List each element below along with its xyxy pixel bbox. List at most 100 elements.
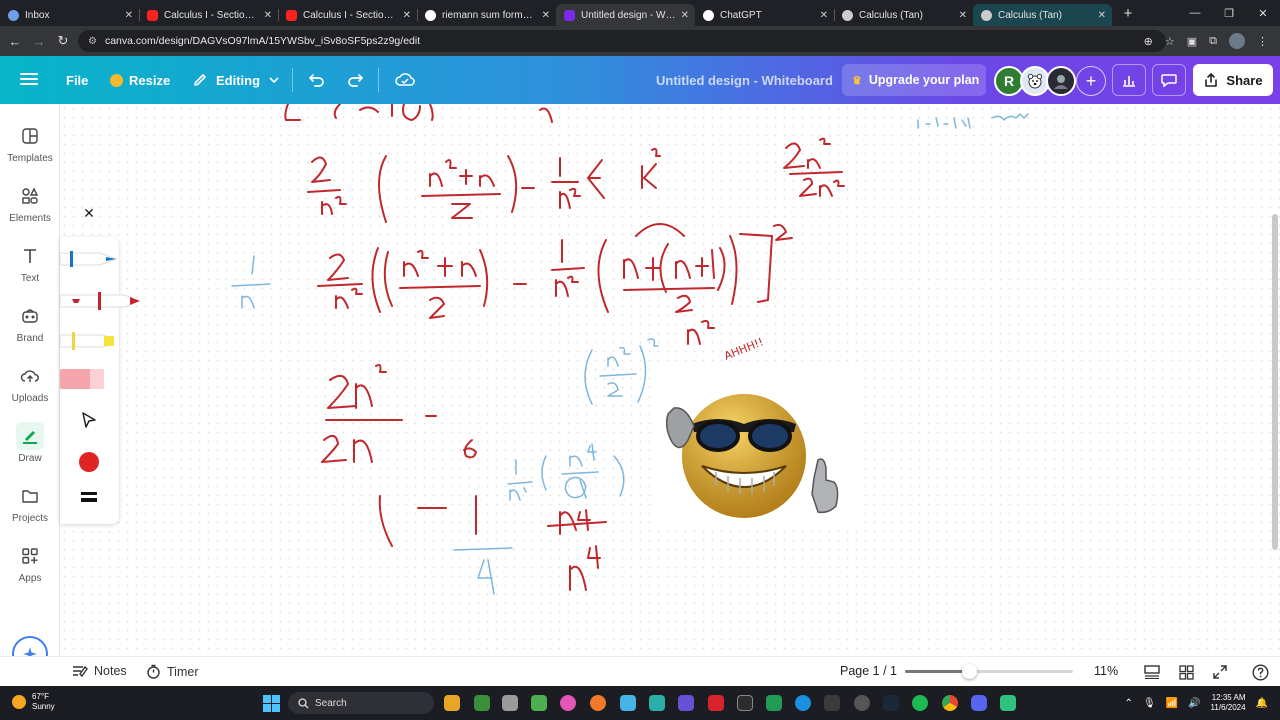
- sidebar-item-projects[interactable]: Projects: [0, 482, 60, 524]
- taskbar-app-icon[interactable]: [1000, 695, 1016, 711]
- timer-button[interactable]: Timer: [146, 664, 198, 679]
- site-settings-icon[interactable]: ⚙: [88, 36, 97, 47]
- back-icon[interactable]: ←: [3, 34, 27, 49]
- insights-button[interactable]: [1112, 64, 1146, 96]
- address-bar[interactable]: ⚙ canva.com/design/DAGVsO97lmA/15YWSbv_i…: [78, 30, 1166, 52]
- excel-icon[interactable]: [766, 695, 782, 711]
- taskbar-app-icon[interactable]: [502, 695, 518, 711]
- taskbar-app-icon[interactable]: [444, 695, 460, 711]
- browser-tab[interactable]: Inbox ✕: [0, 4, 139, 26]
- close-window-icon[interactable]: ✕: [1246, 7, 1280, 20]
- close-icon[interactable]: ✕: [264, 10, 272, 21]
- taskbar-app-icon[interactable]: [737, 695, 753, 711]
- weather-widget[interactable]: 67°F Sunny: [12, 692, 55, 712]
- cloud-save-icon[interactable]: [394, 70, 416, 90]
- puzzle-icon[interactable]: ⧉: [1209, 35, 1217, 48]
- close-icon[interactable]: ✕: [820, 10, 828, 21]
- taskbar-app-icon[interactable]: [590, 695, 606, 711]
- close-icon[interactable]: ✕: [125, 10, 133, 21]
- browser-tab[interactable]: Calculus (Tan) ✕: [973, 4, 1112, 26]
- marker-red-icon[interactable]: [60, 289, 142, 313]
- close-icon[interactable]: ✕: [959, 10, 967, 21]
- taskbar-app-icon[interactable]: [678, 695, 694, 711]
- select-arrow-icon[interactable]: [80, 411, 98, 429]
- discord-icon[interactable]: [971, 695, 987, 711]
- taskbar-app-icon[interactable]: [560, 695, 576, 711]
- whiteboard-canvas[interactable]: AHHH!!: [60, 104, 1280, 656]
- page-view-icon[interactable]: [1143, 663, 1161, 681]
- browser-tab[interactable]: ChatGPT ✕: [695, 4, 834, 26]
- close-icon[interactable]: ✕: [1098, 10, 1106, 21]
- taskbar-app-icon[interactable]: [854, 695, 870, 711]
- menu-icon[interactable]: [20, 70, 38, 90]
- sidebar-item-elements[interactable]: Elements: [0, 182, 60, 224]
- zoom-slider[interactable]: [905, 664, 1073, 679]
- notification-bell-icon[interactable]: 🔔: [1256, 698, 1268, 709]
- profile-icon[interactable]: [1229, 33, 1245, 49]
- windows-start-icon[interactable]: [263, 695, 280, 712]
- pen-blue-icon[interactable]: [60, 247, 119, 271]
- taskbar-app-icon[interactable]: [620, 695, 636, 711]
- avatar[interactable]: [1046, 66, 1076, 96]
- new-tab-button[interactable]: +: [1118, 5, 1138, 22]
- chrome-icon[interactable]: [942, 695, 958, 711]
- browser-tab-active[interactable]: Untitled design - Whiteboard ✕: [556, 4, 695, 26]
- taskbar-search[interactable]: Search: [288, 692, 434, 714]
- minecraft-icon[interactable]: [531, 695, 547, 711]
- volume-icon[interactable]: 🔊: [1188, 698, 1200, 709]
- close-draw-panel-icon[interactable]: ✕: [76, 200, 102, 226]
- share-button[interactable]: Share: [1193, 64, 1273, 96]
- bookmark-star-icon[interactable]: ☆: [1165, 35, 1175, 48]
- browser-tab[interactable]: Calculus I - Section 4.3: Ar ✕: [278, 4, 417, 26]
- wifi-icon[interactable]: 📶: [1166, 698, 1178, 709]
- upgrade-plan-button[interactable]: ♛ Upgrade your plan: [842, 64, 986, 96]
- grid-view-icon[interactable]: [1177, 663, 1195, 681]
- redo-icon[interactable]: [345, 70, 365, 90]
- fullscreen-icon[interactable]: [1211, 663, 1229, 681]
- sidebar-item-draw[interactable]: Draw: [0, 422, 60, 464]
- taskbar-app-icon[interactable]: [474, 695, 490, 711]
- sidebar-item-text[interactable]: Text: [0, 242, 60, 284]
- canvas-vertical-scrollbar[interactable]: [1272, 214, 1278, 550]
- minimize-icon[interactable]: —: [1178, 7, 1212, 19]
- restore-icon[interactable]: ❐: [1212, 7, 1246, 20]
- color-swatch-red[interactable]: [79, 452, 99, 472]
- highlighter-yellow-icon[interactable]: [60, 329, 119, 353]
- taskbar-app-icon[interactable]: [824, 695, 840, 711]
- stroke-weight-icon[interactable]: [81, 491, 97, 505]
- taskbar-app-icon[interactable]: [708, 695, 724, 711]
- editing-mode-button[interactable]: Editing: [184, 64, 288, 96]
- browser-tab[interactable]: Calculus I - Section 4.3: Ar ✕: [139, 4, 278, 26]
- close-icon[interactable]: ✕: [403, 10, 411, 21]
- undo-icon[interactable]: [307, 70, 327, 90]
- invite-collaborator-button[interactable]: +: [1076, 66, 1106, 96]
- spotify-icon[interactable]: [912, 695, 928, 711]
- close-icon[interactable]: ✕: [542, 10, 550, 21]
- notes-button[interactable]: Notes: [72, 664, 127, 678]
- comments-button[interactable]: [1152, 64, 1186, 96]
- forward-icon[interactable]: →: [27, 34, 51, 49]
- edge-icon[interactable]: [795, 695, 811, 711]
- system-clock[interactable]: 12:35 AM 11/6/2024: [1211, 693, 1246, 713]
- taskbar-app-icon[interactable]: [649, 695, 665, 711]
- zoom-slider-handle[interactable]: [961, 664, 977, 679]
- sidebar-item-brand[interactable]: Brand: [0, 302, 60, 344]
- extension-icon[interactable]: ▣: [1187, 35, 1197, 48]
- browser-tab[interactable]: riemann sum formulas - G ✕: [417, 4, 556, 26]
- menu-dots-icon[interactable]: ⋮: [1257, 35, 1268, 48]
- eraser-icon[interactable]: [60, 367, 119, 391]
- document-title[interactable]: Untitled design - Whiteboard: [656, 73, 833, 88]
- microphone-icon[interactable]: 🎙: [1143, 698, 1156, 709]
- sidebar-item-uploads[interactable]: Uploads: [0, 362, 60, 404]
- steam-icon[interactable]: [883, 695, 899, 711]
- sidebar-item-templates[interactable]: Templates: [0, 122, 60, 164]
- close-icon[interactable]: ✕: [681, 10, 689, 21]
- browser-tab[interactable]: Calculus (Tan) ✕: [834, 4, 973, 26]
- file-menu-button[interactable]: File: [58, 64, 96, 96]
- help-icon[interactable]: [1251, 663, 1269, 681]
- chevron-up-icon[interactable]: ⌃: [1125, 698, 1133, 709]
- zoom-icon[interactable]: ⊕: [1144, 35, 1153, 48]
- page-indicator[interactable]: Page 1 / 1: [840, 664, 897, 678]
- resize-button[interactable]: Resize: [102, 64, 178, 96]
- reload-icon[interactable]: ↻: [51, 33, 75, 49]
